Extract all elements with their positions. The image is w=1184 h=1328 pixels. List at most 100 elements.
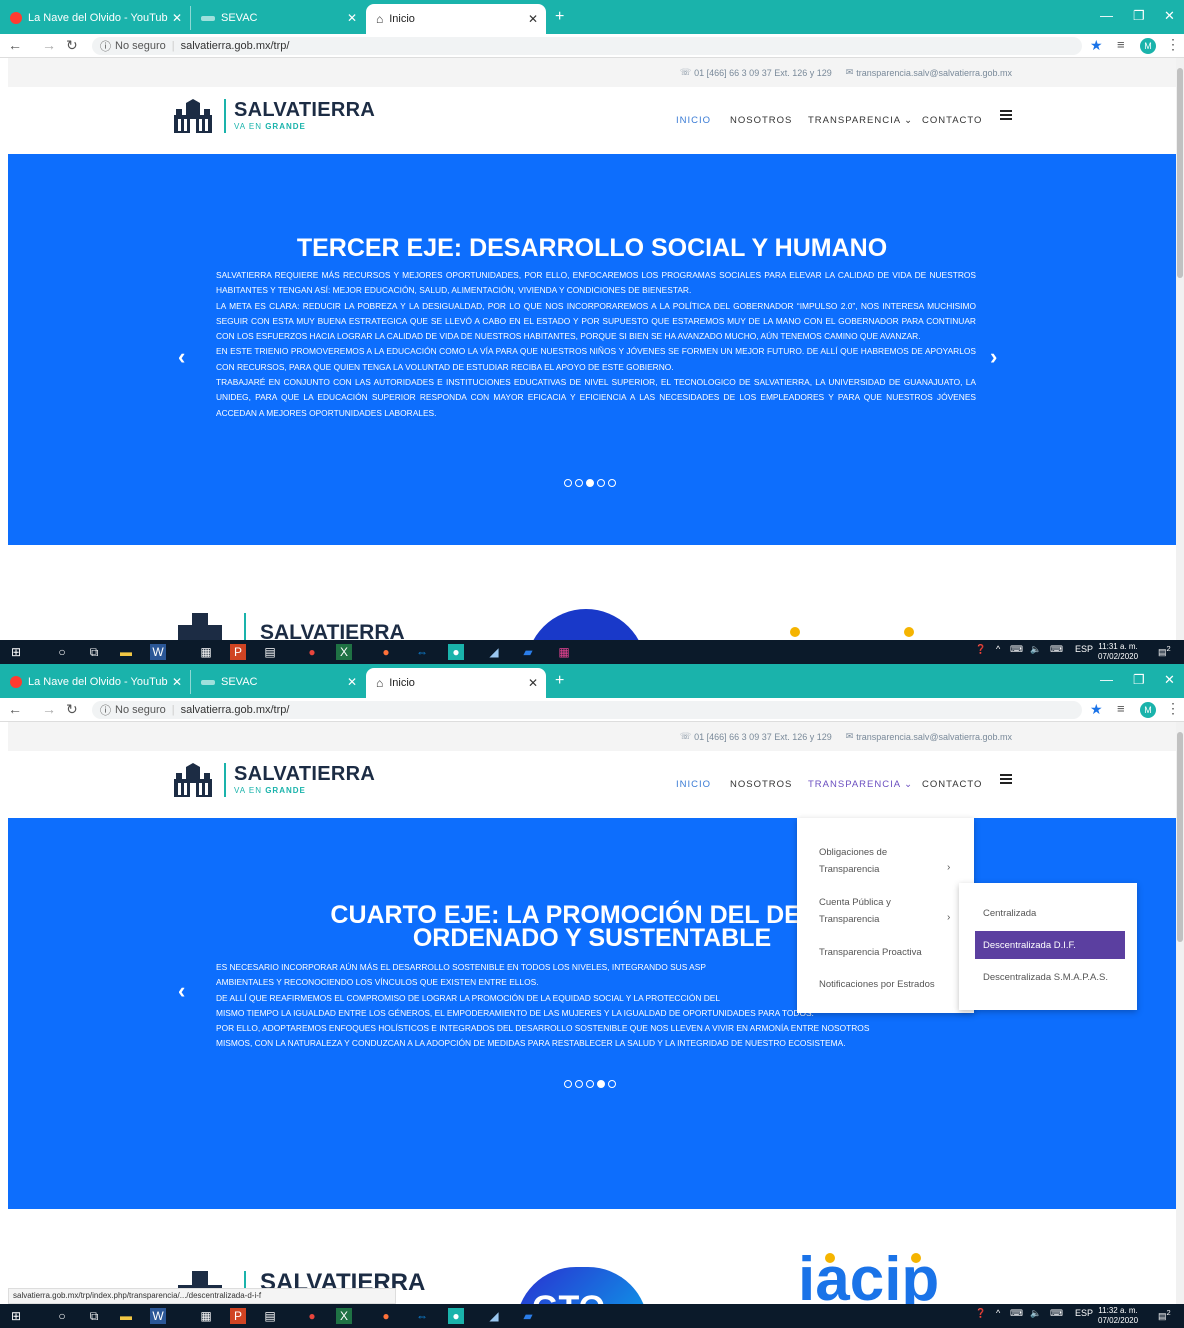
submenu-item-dif[interactable]: Descentralizada D.I.F. (975, 931, 1125, 959)
back-icon[interactable]: ← (8, 701, 22, 717)
firefox-icon[interactable]: ● (378, 644, 394, 660)
close-window-icon[interactable]: ✕ (1164, 8, 1175, 24)
nav-contacto[interactable]: CONTACTO (922, 115, 982, 126)
close-window-icon[interactable]: ✕ (1164, 672, 1175, 688)
menu-item-proactiva[interactable]: Transparencia Proactiva (819, 944, 959, 961)
notifications-icon[interactable]: ▤2 (1158, 644, 1171, 658)
minimize-icon[interactable]: — (1100, 8, 1113, 23)
hamburger-menu-icon[interactable] (1000, 774, 1012, 784)
carousel-dot-active[interactable] (597, 1080, 605, 1088)
help-icon[interactable]: ❓ (975, 644, 986, 655)
hamburger-menu-icon[interactable] (1000, 110, 1012, 120)
chrome-profile-icon[interactable]: ● (448, 644, 464, 660)
nav-nosotros[interactable]: NOSOTROS (730, 115, 792, 126)
page-scrollbar[interactable] (1176, 722, 1184, 1304)
close-icon[interactable]: ✕ (347, 675, 357, 689)
menu-item-obligaciones[interactable]: Obligaciones de Transparencia (819, 844, 959, 878)
app-icon[interactable]: ◢ (486, 1308, 502, 1324)
url-field[interactable]: ⓘ No seguro | salvatierra.gob.mx/trp/ (92, 37, 1082, 55)
app-icon[interactable]: ▦ (556, 644, 572, 660)
carousel-dot-active[interactable] (586, 479, 594, 487)
tab-sevac[interactable]: SEVAC ✕ (190, 6, 365, 30)
bookmark-star-icon[interactable]: ★ (1090, 701, 1103, 718)
search-icon[interactable]: ○ (54, 644, 70, 660)
carousel-dot[interactable] (564, 479, 572, 487)
firefox-icon[interactable]: ● (378, 1308, 394, 1324)
tab-sevac[interactable]: SEVAC ✕ (190, 670, 365, 694)
tab-inicio[interactable]: ⌂ Inicio ✕ (366, 4, 546, 34)
teamviewer-icon[interactable]: ⇔ (414, 644, 430, 660)
carousel-next-icon[interactable]: › (990, 344, 997, 370)
chrome-icon[interactable]: ● (304, 1308, 320, 1324)
page-scrollbar[interactable] (1176, 58, 1184, 640)
nav-transparencia[interactable]: TRANSPARENCIA ⌄ (808, 115, 913, 126)
carousel-dot[interactable] (564, 1080, 572, 1088)
app-icon[interactable]: ▰ (520, 644, 536, 660)
calendar-icon[interactable]: ▤ (262, 1308, 278, 1324)
tray-chevron-icon[interactable]: ^ (996, 1308, 1000, 1318)
carousel-prev-icon[interactable]: ‹ (178, 978, 185, 1004)
close-icon[interactable]: ✕ (528, 12, 538, 26)
close-icon[interactable]: ✕ (347, 11, 357, 25)
language-indicator[interactable]: ESP (1075, 1308, 1093, 1318)
powerpoint-icon[interactable]: P (230, 1308, 246, 1324)
task-view-icon[interactable]: ⧉ (86, 644, 102, 660)
close-icon[interactable]: ✕ (172, 11, 182, 25)
info-icon[interactable]: ⓘ (100, 38, 111, 54)
network-icon[interactable]: ⌨ (1010, 1308, 1023, 1319)
nav-inicio[interactable]: INICIO (676, 115, 711, 126)
restore-icon[interactable]: ❐ (1133, 672, 1145, 688)
language-indicator[interactable]: ESP (1075, 644, 1093, 654)
excel-icon[interactable]: X (336, 1308, 352, 1324)
carousel-dot[interactable] (575, 479, 583, 487)
clock[interactable]: 11:32 a. m. 07/02/2020 (1098, 1306, 1138, 1326)
calendar-icon[interactable]: ▤ (262, 644, 278, 660)
submenu-item-smapas[interactable]: Descentralizada S.M.A.P.A.S. (975, 963, 1125, 991)
carousel-dot[interactable] (575, 1080, 583, 1088)
chrome-profile-icon[interactable]: ● (448, 1308, 464, 1324)
clock[interactable]: 11:31 a. m. 07/02/2020 (1098, 642, 1138, 662)
app-icon[interactable]: ◢ (486, 644, 502, 660)
network-icon[interactable]: ⌨ (1010, 644, 1023, 655)
powerpoint-icon[interactable]: P (230, 644, 246, 660)
volume-icon[interactable]: 🔈 (1030, 1308, 1041, 1319)
salvatierra-logo[interactable]: SALVATIERRA VA EN GRANDE (172, 761, 375, 807)
menu-kebab-icon[interactable]: ⋮ (1166, 36, 1180, 53)
submenu-item-centralizada[interactable]: Centralizada (975, 899, 1125, 927)
menu-item-cuenta-publica[interactable]: Cuenta Pública y Transparencia (819, 894, 959, 928)
menu-item-notificaciones[interactable]: Notificaciones por Estrados (819, 976, 959, 993)
carousel-prev-icon[interactable]: ‹ (178, 344, 185, 370)
avatar[interactable]: M (1140, 702, 1156, 718)
reading-list-icon[interactable]: ≡ (1117, 37, 1125, 52)
back-icon[interactable]: ← (8, 37, 22, 53)
calculator-icon[interactable]: ▦ (198, 644, 214, 660)
carousel-dot[interactable] (586, 1080, 594, 1088)
tab-youtube[interactable]: La Nave del Olvido - YouTub ✕ (0, 6, 190, 30)
file-explorer-icon[interactable]: ▬ (118, 644, 134, 660)
salvatierra-logo[interactable]: SALVATIERRA VA EN GRANDE (172, 97, 375, 143)
tab-youtube[interactable]: La Nave del Olvido - YouTub ✕ (0, 670, 190, 694)
reload-icon[interactable]: ↻ (66, 701, 78, 718)
search-icon[interactable]: ○ (54, 1308, 70, 1324)
url-field[interactable]: ⓘ No seguro | salvatierra.gob.mx/trp/ (92, 701, 1082, 719)
tab-inicio[interactable]: ⌂ Inicio ✕ (366, 668, 546, 698)
excel-icon[interactable]: X (336, 644, 352, 660)
nav-inicio[interactable]: INICIO (676, 779, 711, 790)
windows-start-icon[interactable]: ⊞ (8, 644, 24, 660)
close-icon[interactable]: ✕ (172, 675, 182, 689)
menu-kebab-icon[interactable]: ⋮ (1166, 700, 1180, 717)
task-view-icon[interactable]: ⧉ (86, 1308, 102, 1324)
tray-chevron-icon[interactable]: ^ (996, 644, 1000, 654)
reload-icon[interactable]: ↻ (66, 37, 78, 54)
minimize-icon[interactable]: — (1100, 672, 1113, 687)
file-explorer-icon[interactable]: ▬ (118, 1308, 134, 1324)
carousel-dot[interactable] (608, 1080, 616, 1088)
word-icon[interactable]: W (150, 1308, 166, 1324)
forward-icon[interactable]: → (42, 37, 56, 53)
notifications-icon[interactable]: ▤2 (1158, 1308, 1171, 1322)
teamviewer-icon[interactable]: ⇔ (414, 1308, 430, 1324)
carousel-dot[interactable] (597, 479, 605, 487)
chrome-icon[interactable]: ● (304, 644, 320, 660)
reading-list-icon[interactable]: ≡ (1117, 701, 1125, 716)
keyboard-icon[interactable]: ⌨ (1050, 1308, 1063, 1319)
